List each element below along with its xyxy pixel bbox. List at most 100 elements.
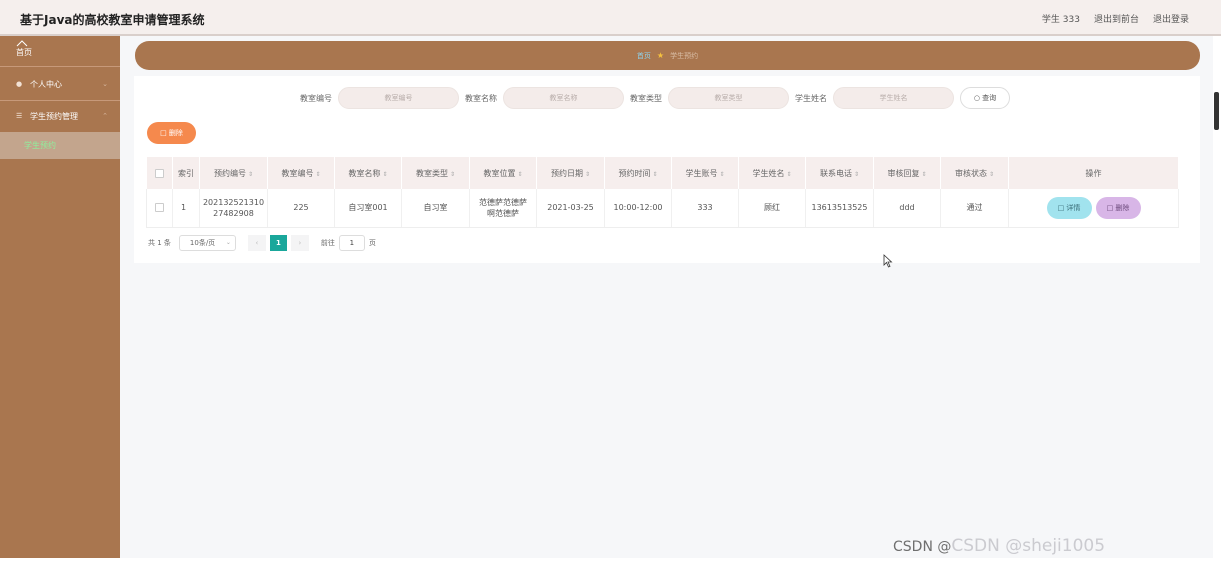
breadcrumb-home[interactable]: 首页 — [637, 51, 651, 61]
page-number-current[interactable]: 1 — [269, 235, 287, 251]
sidebar-subitem-student-booking[interactable]: 学生预约 — [0, 132, 120, 159]
select-all-header — [146, 157, 173, 189]
home-icon — [16, 40, 28, 47]
cell-booking-no: 202132521310 27482908 — [199, 189, 268, 228]
cell-time: 10:00-12:00 — [604, 189, 672, 228]
cell-reply: ddd — [873, 189, 941, 228]
col-header[interactable]: 学生姓名 ⇕ — [738, 157, 806, 189]
room-no-input[interactable]: 教室编号 — [338, 87, 459, 109]
col-header[interactable]: 教室编号 ⇕ — [267, 157, 335, 189]
sort-icon[interactable]: ⇕ — [786, 171, 791, 178]
sort-icon[interactable]: ⇕ — [989, 171, 994, 178]
batch-delete-button[interactable]: □ 删除 — [147, 122, 196, 144]
chevron-down-icon: ⌄ — [225, 239, 231, 246]
sidebar-item-label: 学生预约管理 — [30, 111, 78, 121]
goto-label: 前往 — [320, 239, 335, 247]
col-header[interactable]: 审核状态 ⇕ — [940, 157, 1009, 189]
sort-icon[interactable]: ⇕ — [248, 171, 253, 178]
sort-icon[interactable]: ⇕ — [921, 171, 926, 178]
star-icon: ★ — [656, 51, 665, 60]
sidebar-divider — [0, 66, 120, 67]
menu-icon: ☰ — [16, 112, 23, 120]
app-title: 基于Java的高校教室申请管理系统 — [20, 13, 205, 27]
user-icon: ● — [16, 80, 23, 88]
total-count: 共 1 条 — [148, 239, 171, 247]
booking-table: 索引 预约编号 ⇕ 教室编号 ⇕ 教室名称 ⇕ 教室类型 ⇕ 教室位置 ⇕ 预约日期 ⇕ 预… — [146, 157, 1179, 228]
chevron-up-icon: ⌃ — [102, 112, 108, 120]
sort-icon[interactable]: ⇕ — [450, 171, 455, 178]
col-header[interactable]: 教室名称 ⇕ — [334, 157, 402, 189]
back-to-front-link[interactable]: 退出到前台 — [1094, 12, 1139, 25]
col-header[interactable]: 教室类型 ⇕ — [401, 157, 470, 189]
col-header[interactable]: 预约编号 ⇕ — [199, 157, 268, 189]
cell-actions: □ 详情 □ 删除 — [1008, 189, 1179, 228]
col-header: 索引 — [172, 157, 200, 189]
cell-student-name: 顾红 — [738, 189, 806, 228]
select-all-checkbox[interactable] — [154, 168, 164, 178]
detail-button[interactable]: □ 详情 — [1046, 196, 1092, 219]
sidebar-item-label: 个人中心 — [30, 79, 62, 89]
col-header[interactable]: 联系电话 ⇕ — [805, 157, 874, 189]
student-name-input[interactable]: 学生姓名 — [833, 87, 954, 109]
col-header[interactable]: 学生账号 ⇕ — [671, 157, 739, 189]
sidebar-item-personal-center[interactable]: ● 个人中心 ⌄ — [0, 68, 120, 100]
sort-icon[interactable]: ⇕ — [585, 171, 590, 178]
col-header[interactable]: 预约时间 ⇕ — [604, 157, 672, 189]
sort-icon[interactable]: ⇕ — [382, 171, 387, 178]
search-icon: ○ — [973, 94, 980, 102]
sidebar-home[interactable]: 首页 — [16, 40, 46, 57]
page-size-select[interactable]: 10条/页 ⌄ — [178, 235, 236, 251]
cell-room-location: 范德萨范德萨 啊范德萨 — [469, 189, 537, 228]
watermark: CSDN @CSDN @sheji1005 — [893, 536, 1106, 556]
sidebar-home-label: 首页 — [16, 48, 32, 57]
room-name-input[interactable]: 教室名称 — [503, 87, 624, 109]
sort-icon[interactable]: ⇕ — [719, 171, 724, 178]
goto-page-input[interactable]: 1 — [338, 235, 365, 251]
room-name-label: 教室名称 — [465, 93, 497, 103]
header-actions: 学生 333 退出到前台 退出登录 — [1042, 12, 1189, 25]
pagination: 共 1 条 10条/页 ⌄ ‹ 1 › 前往 1 页 — [148, 235, 376, 251]
query-button[interactable]: ○ 查询 — [960, 87, 1010, 109]
logout-link[interactable]: 退出登录 — [1153, 12, 1189, 25]
col-header[interactable]: 预约日期 ⇕ — [536, 157, 605, 189]
room-type-input[interactable]: 教室类型 — [668, 87, 789, 109]
cell-phone: 13613513525 — [805, 189, 874, 228]
cell-account: 333 — [671, 189, 739, 228]
sidebar-item-booking-management[interactable]: ☰ 学生预约管理 ⌃ — [0, 100, 120, 132]
breadcrumb-current: 学生预约 — [670, 51, 699, 60]
goto-suffix: 页 — [368, 239, 376, 247]
top-header: 基于Java的高校教室申请管理系统 学生 333 退出到前台 退出登录 — [0, 0, 1221, 36]
col-header[interactable]: 审核回复 ⇕ — [873, 157, 941, 189]
scrollbar-thumb[interactable] — [1214, 92, 1219, 130]
chevron-down-icon: ⌄ — [102, 80, 108, 88]
sort-icon[interactable]: ⇕ — [315, 171, 320, 178]
row-delete-button[interactable]: □ 删除 — [1095, 196, 1141, 219]
row-select-cell — [146, 189, 173, 228]
room-type-label: 教室类型 — [630, 93, 662, 103]
batch-delete-label: 删除 — [168, 129, 183, 137]
row-checkbox[interactable] — [155, 203, 164, 213]
next-page-button[interactable]: › — [290, 235, 309, 251]
room-no-label: 教室编号 — [300, 93, 332, 103]
table-header-row: 索引 预约编号 ⇕ 教室编号 ⇕ 教室名称 ⇕ 教室类型 ⇕ 教室位置 ⇕ 预约日期 ⇕ 预… — [146, 157, 1179, 189]
sort-icon[interactable]: ⇕ — [854, 171, 859, 178]
scrollbar[interactable] — [1213, 36, 1221, 558]
cell-index: 1 — [172, 189, 200, 228]
prev-page-button[interactable]: ‹ — [247, 235, 266, 251]
search-bar: 教室编号 教室编号 教室名称 教室名称 教室类型 教室类型 学生姓名 学生姓名 … — [300, 87, 1010, 109]
cell-date: 2021-03-25 — [536, 189, 605, 228]
sidebar: 首页 ● 个人中心 ⌄ ☰ 学生预约管理 ⌃ 学生预约 — [0, 36, 120, 558]
cell-room-type: 自习室 — [401, 189, 470, 228]
query-button-label: 查询 — [982, 94, 997, 102]
sort-icon[interactable]: ⇕ — [652, 171, 657, 178]
cell-status: 通过 — [940, 189, 1009, 228]
mouse-cursor-icon — [883, 254, 893, 268]
breadcrumb: 首页 ★ 学生预约 — [135, 41, 1200, 70]
sort-icon[interactable]: ⇕ — [517, 171, 522, 178]
current-user: 学生 333 — [1041, 15, 1080, 25]
trash-icon: □ — [1106, 203, 1114, 212]
col-header[interactable]: 教室位置 ⇕ — [469, 157, 537, 189]
trash-icon: □ — [160, 129, 167, 137]
student-name-label: 学生姓名 — [795, 93, 827, 103]
cell-room-no: 225 — [267, 189, 335, 228]
